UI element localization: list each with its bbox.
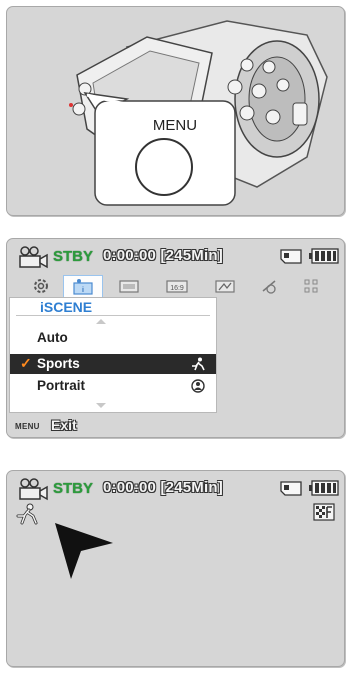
standby-indicator: STBY xyxy=(53,248,94,265)
timecode-remaining: 0:00:00 [245Min] xyxy=(103,247,223,264)
menu-key-label: MENU xyxy=(15,422,40,431)
tab-exposure[interactable] xyxy=(249,275,289,297)
camcorder-illustration-panel: MENU xyxy=(6,6,345,216)
aspect-16-9-icon: 16:9 xyxy=(166,280,188,293)
grid-icon xyxy=(304,279,318,293)
status-bar: STBY 0:00:00 [245Min] xyxy=(15,475,339,503)
white-balance-icon xyxy=(215,280,235,293)
camera-icon xyxy=(19,246,48,269)
menu-title: iSCENE xyxy=(40,299,93,315)
memory-card-icon xyxy=(280,249,302,264)
menu-item-label: Auto xyxy=(37,330,68,345)
timecode-remaining: 0:00:00 [245Min] xyxy=(103,479,223,496)
iscene-menu-screen: STBY 0:00:00 [245Min] i 16:9 iSCENE Auto… xyxy=(6,238,345,438)
menu-button-label: MENU xyxy=(152,117,198,134)
menu-item-label: Portrait xyxy=(37,378,86,393)
battery-full-icon xyxy=(309,480,339,496)
scroll-down-icon[interactable] xyxy=(96,403,106,408)
settings-icon xyxy=(34,279,48,293)
tab-grid[interactable] xyxy=(291,275,331,297)
exit-button[interactable]: Exit xyxy=(51,417,77,433)
tab-iscene[interactable]: i xyxy=(63,275,103,297)
menu-tab-row: i 16:9 xyxy=(15,275,339,297)
iscene-menu-list: iSCENE Auto ✓ Sports Portrait xyxy=(9,297,217,413)
standby-indicator: STBY xyxy=(53,480,94,497)
resolution-icon xyxy=(119,280,139,293)
menu-item-portrait[interactable]: Portrait xyxy=(10,376,216,396)
tab-settings[interactable] xyxy=(21,275,61,297)
scroll-up-icon[interactable] xyxy=(96,319,106,324)
battery-full-icon xyxy=(309,248,339,264)
checkmark-icon: ✓ xyxy=(20,355,32,371)
menu-item-auto[interactable]: Auto xyxy=(10,328,216,348)
portrait-icon xyxy=(191,379,205,393)
sports-icon xyxy=(192,357,205,371)
tab-white-balance[interactable] xyxy=(205,275,245,297)
memory-card-icon xyxy=(280,481,302,496)
menu-item-sports[interactable]: ✓ Sports xyxy=(10,354,216,374)
standby-screen: STBY 0:00:00 [245Min] xyxy=(6,470,345,667)
exposure-icon xyxy=(262,280,276,294)
tab-aspect-ratio[interactable]: 16:9 xyxy=(157,275,197,297)
divider xyxy=(16,315,210,316)
sports-icon xyxy=(16,503,38,525)
camcorder-illustration xyxy=(69,20,328,206)
menu-item-label: Sports xyxy=(37,356,80,371)
camera-icon xyxy=(19,478,48,501)
pointer-arrow-icon xyxy=(55,523,113,579)
super-fine-quality-icon xyxy=(313,503,335,521)
status-bar: STBY 0:00:00 [245Min] xyxy=(15,243,339,271)
svg-text:i: i xyxy=(82,287,84,294)
tab-resolution[interactable] xyxy=(109,275,149,297)
iscene-icon: i xyxy=(73,279,93,295)
svg-text:16:9: 16:9 xyxy=(170,285,184,292)
